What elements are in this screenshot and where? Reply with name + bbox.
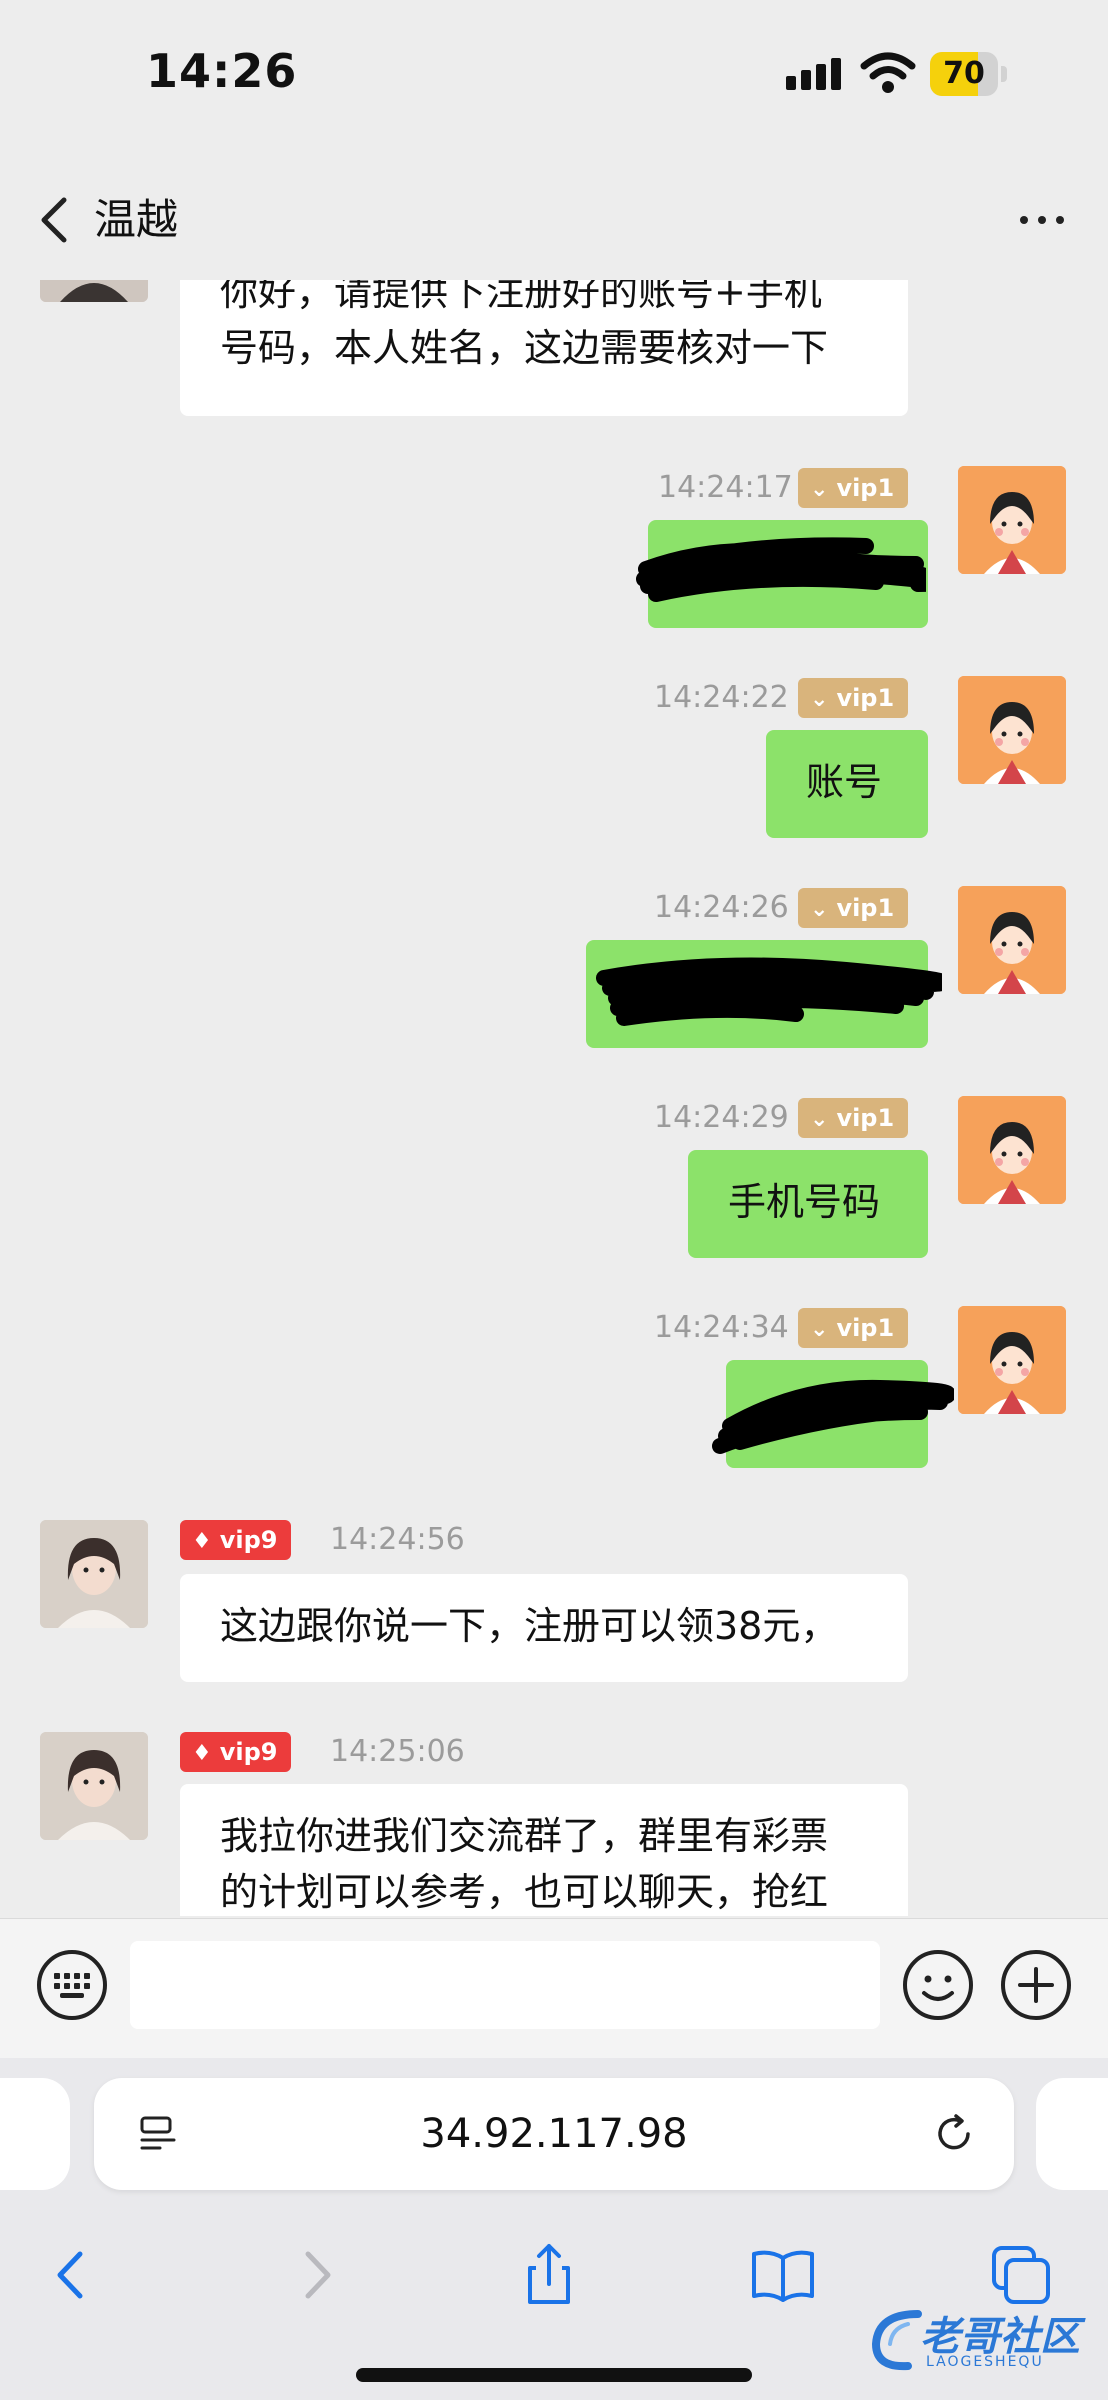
message-bubble-outgoing[interactable]: 手机号码 (688, 1150, 928, 1258)
redaction-scribble (636, 537, 926, 602)
vip-badge: ⌄ vip1 (798, 1308, 909, 1348)
user-avatar[interactable] (958, 1306, 1066, 1414)
message-timestamp: 14:24:26 (654, 890, 789, 925)
user-avatar[interactable] (958, 1096, 1066, 1204)
vip-crown-icon: ⌄ (810, 897, 829, 922)
vip-badge: ♦ vip9 (180, 1520, 292, 1560)
watermark-logo: 老哥社区 LAOGESHEQU (866, 2296, 1102, 2386)
message-text: 手机号码 (728, 1180, 881, 1224)
vip-badge: ⌄ vip1 (798, 468, 909, 508)
message-timestamp: 14:24:22 (654, 680, 789, 715)
message-bubble-incoming[interactable]: 你好，请提供下注册好的账号+手机 号码，本人姓名，这边需要核对一下 (180, 280, 908, 416)
message-timestamp: 14:24:29 (654, 1100, 789, 1135)
reload-icon[interactable] (930, 2110, 978, 2158)
cellular-signal-icon (786, 58, 841, 90)
agent-avatar[interactable] (40, 280, 148, 302)
vip-label: vip1 (836, 1314, 895, 1342)
keyboard-icon[interactable] (36, 1949, 108, 2021)
status-bar: 14:26 70 (0, 0, 1108, 150)
vip-diamond-icon: ♦ (192, 1741, 212, 1766)
message-line: 我拉你进我们交流群了，群里有彩票 (220, 1814, 829, 1858)
bookmarks-icon[interactable] (748, 2240, 818, 2310)
message-input-bar (0, 1918, 1108, 2059)
message-bubble-incoming[interactable]: 这边跟你说一下，注册可以领38元， (180, 1574, 908, 1682)
user-avatar[interactable] (958, 886, 1066, 994)
watermark-subtext: LAOGESHEQU (926, 2354, 1044, 2370)
back-chevron-icon[interactable] (30, 190, 80, 250)
vip-badge: ⌄ vip1 (798, 888, 909, 928)
message-line: 你好，请提供下注册好的账号+手机 (220, 280, 822, 314)
message-bubble-incoming[interactable]: 我拉你进我们交流群了，群里有彩票 的计划可以参考，也可以聊天，抢红 (180, 1784, 908, 1916)
vip-label: vip9 (219, 1738, 278, 1766)
wifi-icon (860, 52, 916, 93)
vip-label: vip1 (836, 894, 895, 922)
vip-badge: ⌄ vip1 (798, 678, 909, 718)
emoji-icon[interactable] (902, 1949, 974, 2021)
vip-label: vip1 (836, 1104, 895, 1132)
status-time: 14:26 (146, 44, 298, 98)
user-avatar[interactable] (958, 676, 1066, 784)
dragon-logo-icon (871, 2310, 922, 2371)
share-icon[interactable] (514, 2240, 584, 2310)
vip-badge: ♦ vip9 (180, 1732, 292, 1772)
user-avatar[interactable] (958, 466, 1066, 574)
battery-level: 70 (943, 56, 985, 91)
agent-avatar[interactable] (40, 1520, 148, 1628)
message-text: 账号 (806, 760, 883, 804)
redaction-scribble (712, 1379, 954, 1454)
chat-header: 温越 (0, 170, 1108, 270)
browser-back-icon[interactable] (38, 2240, 108, 2310)
vip-crown-icon: ⌄ (810, 687, 829, 712)
next-tab-preview[interactable] (1036, 2078, 1108, 2190)
redaction-scribble (596, 957, 942, 1026)
address-bar[interactable]: 34.92.117.98 (94, 2078, 1014, 2190)
vip-diamond-icon: ♦ (192, 1529, 212, 1554)
vip-crown-icon: ⌄ (810, 477, 829, 502)
url-text[interactable]: 34.92.117.98 (94, 2078, 1014, 2190)
chat-title: 温越 (94, 195, 179, 244)
message-line: 的计划可以参考，也可以聊天，抢红 (220, 1870, 829, 1914)
more-icon[interactable] (1012, 190, 1072, 250)
vip-label: vip1 (836, 684, 895, 712)
message-timestamp: 14:24:34 (654, 1310, 789, 1345)
message-line: 号码，本人姓名，这边需要核对一下 (220, 326, 829, 370)
message-timestamp: 14:25:06 (330, 1734, 465, 1769)
battery-indicator: 70 (930, 52, 1008, 96)
vip-crown-icon: ⌄ (810, 1317, 829, 1342)
agent-avatar[interactable] (40, 1732, 148, 1840)
vip-label: vip9 (219, 1526, 278, 1554)
browser-forward-icon[interactable] (280, 2240, 350, 2310)
vip-label: vip1 (836, 474, 895, 502)
plus-icon[interactable] (1000, 1949, 1072, 2021)
message-timestamp: 14:24:56 (330, 1522, 465, 1557)
vip-crown-icon: ⌄ (810, 1107, 829, 1132)
previous-tab-preview[interactable] (0, 2078, 70, 2190)
message-text: 这边跟你说一下，注册可以领38元， (220, 1604, 839, 1648)
message-timestamp: 14:24:17 (658, 470, 793, 505)
message-input[interactable] (130, 1941, 880, 2029)
message-bubble-outgoing[interactable]: 账号 (766, 730, 928, 838)
chat-messages[interactable]: 你好，请提供下注册好的账号+手机 号码，本人姓名，这边需要核对一下 14:24:… (0, 280, 1108, 1916)
vip-badge: ⌄ vip1 (798, 1098, 909, 1138)
home-indicator[interactable] (356, 2368, 752, 2382)
